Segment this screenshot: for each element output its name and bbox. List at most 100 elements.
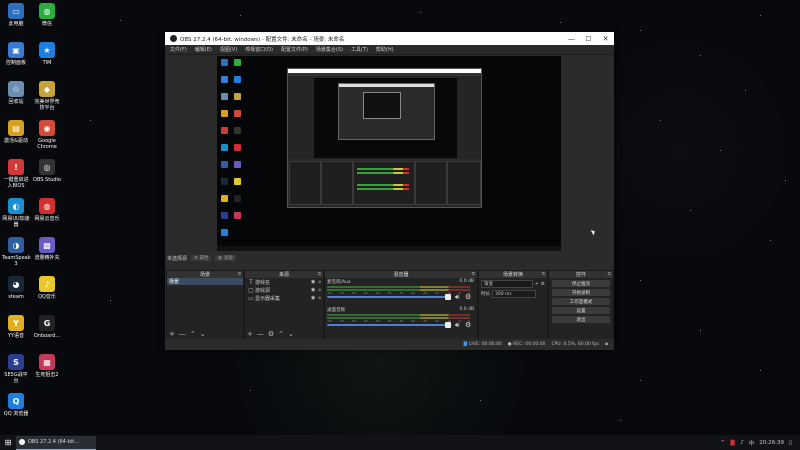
app-icon: ▤ xyxy=(8,120,24,136)
move-scene-up-button[interactable]: ⌃ xyxy=(190,330,196,338)
source-item[interactable]: ▢ 游戏源 ◉ 🔒︎ xyxy=(245,286,323,294)
taskbar-item-label: OBS 27.2.4 (64-bit... xyxy=(28,439,79,445)
tray-expand-icon[interactable]: ⌃ xyxy=(720,440,725,446)
add-source-button[interactable]: + xyxy=(247,330,253,338)
duration-input[interactable]: 300 ms xyxy=(492,290,536,298)
move-scene-down-button[interactable]: ⌄ xyxy=(200,330,206,338)
remove-source-button[interactable]: — xyxy=(257,330,264,338)
desktop-icon[interactable]: ★ TIM xyxy=(33,42,61,66)
properties-button[interactable]: ⚙ 属性 xyxy=(191,255,212,261)
desktop-icon[interactable]: ▤ 激活&驱动 xyxy=(2,120,30,144)
window-titlebar[interactable]: OBS 27.2.4 (64-bit, windows) - 配置文件: 未命名… xyxy=(165,32,614,45)
filters-button[interactable]: ◐ 滤镜 xyxy=(215,255,236,261)
desktop-icon[interactable]: ◎ OBS Studio xyxy=(33,159,61,183)
clock[interactable]: 20:26:39 xyxy=(759,440,784,446)
preview-mini-icon xyxy=(221,195,228,202)
desktop-icon[interactable]: Y YY语音 xyxy=(2,315,30,339)
menu-help[interactable]: 帮助(H) xyxy=(376,46,394,53)
lock-icon[interactable]: 🔒︎ xyxy=(318,279,321,285)
desktop-icon[interactable]: ▭ 此电脑 xyxy=(2,3,30,27)
desktop-icon[interactable]: S SE5G战平台 xyxy=(2,354,30,384)
lock-icon[interactable]: 🔒︎ xyxy=(318,287,321,293)
window-title: OBS 27.2.4 (64-bit, windows) - 配置文件: 未命名… xyxy=(180,36,345,43)
notification-icon[interactable]: ▯ xyxy=(789,440,792,446)
gear-icon[interactable]: ⚙ xyxy=(465,293,471,301)
settings-button[interactable]: 设置 xyxy=(552,307,610,314)
desktop-icon[interactable]: ◉ Google Chrome xyxy=(33,120,61,150)
app-icon: ◉ xyxy=(39,120,55,136)
dock-float-icon[interactable]: ⧉ xyxy=(542,271,545,277)
source-item[interactable]: T 游戏名 ◉ 🔒︎ xyxy=(245,278,323,286)
fader-handle[interactable] xyxy=(445,294,451,300)
source-properties-button[interactable]: ⚙ xyxy=(268,330,274,338)
desktop-icon[interactable]: ♪ QQ音乐 xyxy=(33,276,61,300)
desktop-icon[interactable]: ▦ 生死狙击2 xyxy=(33,354,61,378)
volume-fader[interactable] xyxy=(327,324,450,326)
menu-profile[interactable]: 配置文件(P) xyxy=(281,46,308,53)
exit-button[interactable]: 退出 xyxy=(552,316,610,323)
stop-streaming-button[interactable]: 停止推流 xyxy=(552,280,610,287)
tray-app-icon[interactable]: ◙ xyxy=(730,440,735,446)
desktop-icon[interactable]: ◍ 微信 xyxy=(33,3,61,27)
speaker-icon[interactable]: 🔊︎ xyxy=(455,321,459,330)
menu-tools[interactable]: 工具(T) xyxy=(351,46,368,53)
taskbar-obs-item[interactable]: OBS 27.2.4 (64-bit... xyxy=(16,435,96,450)
desktop-icon[interactable]: G Onboard... xyxy=(33,315,61,339)
transition-type-select[interactable]: 渐变 xyxy=(481,280,533,288)
transition-add-icon[interactable]: + xyxy=(535,282,539,287)
desktop-icon[interactable]: ▩ 流量精补充 xyxy=(33,237,61,261)
volume-fader[interactable] xyxy=(327,296,450,298)
desktop-icon[interactable]: Q QQ 浏览器 xyxy=(2,393,30,417)
menu-file[interactable]: 文件(F) xyxy=(170,46,187,53)
desktop-icon[interactable]: ♲ 回收站 xyxy=(2,81,30,105)
close-button[interactable]: ✕ xyxy=(597,35,614,43)
gear-icon[interactable]: ⚙ xyxy=(465,321,471,329)
remove-scene-button[interactable]: — xyxy=(179,330,186,338)
desktop-icon-label: 完美世界竞技平台 xyxy=(34,99,60,111)
menu-docks[interactable]: 停靠窗口(D) xyxy=(245,46,273,53)
display-capture-icon: ▭ xyxy=(248,294,254,302)
desktop-icon[interactable]: ◕ steam xyxy=(2,276,30,300)
minimize-button[interactable]: — xyxy=(563,35,580,43)
input-method-icon[interactable]: 中 xyxy=(749,439,755,447)
obs-window[interactable]: OBS 27.2.4 (64-bit, windows) - 配置文件: 未命名… xyxy=(165,32,614,350)
preview-mini-icon xyxy=(234,195,241,202)
app-icon: ◆ xyxy=(39,81,55,97)
desktop-icon[interactable]: ◑ TeamSpeak 3 xyxy=(2,237,31,267)
gear-icon[interactable]: ⚙ xyxy=(541,282,545,287)
menu-view[interactable]: 视图(V) xyxy=(220,46,237,53)
desktop-icon-label: Google Chrome xyxy=(37,138,57,150)
speaker-icon[interactable]: 🔊︎ xyxy=(455,293,459,302)
studio-mode-button[interactable]: 工作室模式 xyxy=(552,298,610,305)
source-item[interactable]: ▭ 显示器采集 ◉ 🔒︎ xyxy=(245,294,323,302)
visibility-eye-icon[interactable]: ◉ xyxy=(311,295,315,301)
desktop-icon[interactable]: ▣ 控制面板 xyxy=(2,42,30,66)
dock-float-icon[interactable]: ⧉ xyxy=(318,271,321,277)
maximize-button[interactable]: ☐ xyxy=(580,35,597,43)
program-preview[interactable] xyxy=(217,56,561,251)
volume-icon[interactable]: ♪ xyxy=(740,440,744,446)
dock-float-icon[interactable]: ⧉ xyxy=(608,271,611,277)
desktop-icon[interactable]: ◆ 完美世界竞技平台 xyxy=(33,81,61,111)
visibility-eye-icon[interactable]: ◉ xyxy=(311,287,315,293)
dock-float-icon[interactable]: ⧉ xyxy=(238,271,241,277)
menu-edit[interactable]: 编辑(E) xyxy=(195,46,212,53)
desktop-icon[interactable]: ! 一键重启进入BIOS xyxy=(2,159,30,189)
move-source-up-button[interactable]: ⌃ xyxy=(278,330,284,338)
start-button[interactable]: ⊞ xyxy=(2,435,14,450)
fader-handle[interactable] xyxy=(445,322,451,328)
start-recording-button[interactable]: 开始录制 xyxy=(552,289,610,296)
dock-float-icon[interactable]: ⧉ xyxy=(472,271,475,277)
move-source-down-button[interactable]: ⌄ xyxy=(288,330,294,338)
desktop-icon-label: 网易UU加速器 xyxy=(2,216,30,228)
menu-scene-collection[interactable]: 场景集合(S) xyxy=(316,46,343,53)
lock-icon[interactable]: 🔒︎ xyxy=(318,295,321,301)
desktop-icon[interactable]: ◐ 网易UU加速器 xyxy=(2,198,30,228)
desktop-icon-label: 流量精补充 xyxy=(34,255,60,261)
source-label: 显示器采集 xyxy=(255,295,281,302)
visibility-eye-icon[interactable]: ◉ xyxy=(311,279,315,285)
scene-list-item[interactable]: 场景 xyxy=(167,278,243,285)
add-scene-button[interactable]: + xyxy=(169,330,175,338)
desktop-icon[interactable]: ◍ 网易云音乐 xyxy=(33,198,61,222)
controls-dock-title: 控件 xyxy=(575,272,586,278)
